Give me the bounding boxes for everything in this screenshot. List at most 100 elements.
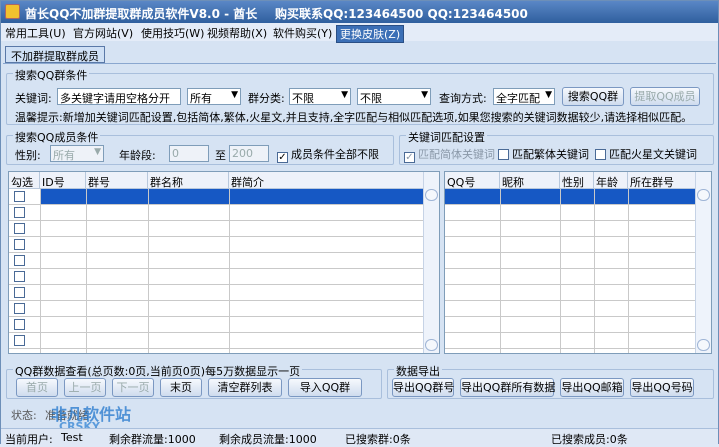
col-id[interactable]: ID号 [40, 172, 86, 189]
export-group-number-button[interactable]: 导出QQ群号 [392, 378, 454, 397]
table-row[interactable] [445, 221, 697, 237]
gender-value: 所有 [53, 149, 75, 162]
age-to-label: 至 [215, 149, 226, 162]
clear-list-button[interactable]: 清空群列表 [208, 378, 282, 397]
col-group-intro[interactable]: 群简介 [229, 172, 425, 189]
table-row[interactable] [9, 205, 425, 221]
user-label: 当前用户: [5, 433, 53, 446]
table-row[interactable] [445, 189, 697, 205]
scroll-down-icon[interactable] [697, 339, 710, 351]
unlimited-label: 成员条件全部不限 [291, 148, 379, 161]
col-divider [628, 189, 629, 353]
col-divider [500, 189, 501, 353]
category2-value: 不限 [292, 92, 314, 105]
menu-purchase[interactable]: 软件购买(Y) [273, 25, 332, 41]
export-all-data-button[interactable]: 导出QQ群所有数据 [460, 378, 555, 397]
menu-video-help[interactable]: 视频帮助(X) [207, 25, 267, 41]
table-row[interactable] [9, 189, 425, 205]
row-checkbox[interactable] [14, 255, 25, 266]
scroll-down-icon[interactable] [425, 339, 438, 351]
martian-checkbox[interactable]: 匹配火星文关键词 [595, 146, 697, 162]
row-checkbox[interactable] [14, 271, 25, 282]
last-page-button[interactable]: 末页 [160, 378, 202, 397]
col-check[interactable]: 勾选 [9, 172, 40, 189]
table-row[interactable] [445, 317, 697, 333]
table-row[interactable] [445, 301, 697, 317]
col-divider [86, 189, 87, 353]
contact-info: 购买联系QQ:123464500 QQ:123464500 [275, 7, 528, 21]
menu-skin[interactable]: 更换皮肤(Z) [336, 25, 405, 43]
table-row[interactable] [445, 285, 697, 301]
scroll-up-icon[interactable] [425, 189, 438, 201]
age-from-input[interactable]: 0 [169, 145, 209, 162]
first-page-button[interactable]: 首页 [16, 378, 58, 397]
next-page-button[interactable]: 下一页 [112, 378, 154, 397]
row-checkbox[interactable] [14, 319, 25, 330]
checkbox-empty [498, 149, 509, 160]
tab-extract-members[interactable]: 不加群提取群成员 [5, 46, 105, 63]
chevron-down-icon: ▼ [421, 90, 428, 100]
category-label: 群分类: [248, 92, 285, 105]
user-value: Test [61, 431, 83, 444]
scroll-up-icon[interactable] [697, 189, 710, 201]
import-group-button[interactable]: 导入QQ群 [288, 378, 362, 397]
unlimited-checkbox[interactable]: ✓ 成员条件全部不限 [277, 146, 379, 163]
col-member-group[interactable]: 所在群号 [628, 172, 697, 189]
table-row[interactable] [445, 205, 697, 221]
col-group-number[interactable]: 群号 [86, 172, 148, 189]
table-row[interactable] [9, 333, 425, 349]
table-row[interactable] [9, 301, 425, 317]
col-group-name[interactable]: 群名称 [148, 172, 229, 189]
table-row[interactable] [9, 285, 425, 301]
member-table[interactable]: QQ号 昵称 性别 年龄 所在群号 [444, 171, 712, 354]
member-table-scrollbar[interactable] [695, 172, 711, 353]
keyword-label: 关键词: [15, 92, 52, 105]
menu-website[interactable]: 官方网站(V) [73, 25, 133, 41]
chevron-down-icon: ▼ [341, 90, 348, 100]
group-table-scrollbar[interactable] [423, 172, 439, 353]
table-row[interactable] [9, 317, 425, 333]
category1-select[interactable]: 所有 ▼ [187, 88, 241, 105]
remain-member-flow: 剩余成员流量:1000 [219, 433, 317, 446]
category2-select[interactable]: 不限 ▼ [289, 88, 351, 105]
extract-members-button[interactable]: 提取QQ成员 [630, 87, 700, 106]
table-row[interactable] [9, 269, 425, 285]
table-row[interactable] [9, 221, 425, 237]
row-checkbox[interactable] [14, 239, 25, 250]
row-checkbox[interactable] [14, 207, 25, 218]
col-gender[interactable]: 性别 [560, 172, 594, 189]
menu-tips[interactable]: 使用技巧(W) [141, 25, 204, 41]
col-qq-number[interactable]: QQ号 [445, 172, 500, 189]
age-to-input[interactable]: 200 [229, 145, 269, 162]
export-qq-number-button[interactable]: 导出QQ号码 [630, 378, 694, 397]
row-checkbox[interactable] [14, 223, 25, 234]
menu-tools[interactable]: 常用工具(U) [5, 25, 66, 41]
table-row[interactable] [9, 253, 425, 269]
table-row[interactable] [445, 253, 697, 269]
search-group-button[interactable]: 搜索QQ群 [562, 87, 624, 106]
row-checkbox[interactable] [14, 287, 25, 298]
prev-page-button[interactable]: 上一页 [64, 378, 106, 397]
title-bar: 酋长QQ不加群提取群成员软件V8.0 - 酋长 购买联系QQ:123464500… [1, 1, 718, 23]
col-nickname[interactable]: 昵称 [500, 172, 560, 189]
keyword-input[interactable]: 多关键字请用空格分开 [57, 88, 181, 105]
table-row[interactable] [445, 237, 697, 253]
row-checkbox[interactable] [14, 191, 25, 202]
query-mode-select[interactable]: 全字匹配 ▼ [493, 88, 555, 105]
group-table[interactable]: 勾选 ID号 群号 群名称 群简介 [8, 171, 440, 354]
query-mode-label: 查询方式: [439, 92, 487, 105]
traditional-checkbox[interactable]: 匹配繁体关键词 [498, 146, 589, 162]
tip-text: 温馨提示:新增加关键词匹配设置,包括简体,繁体,火星文,并且支持,全字匹配与相似… [15, 111, 693, 124]
simplified-checkbox[interactable]: ✓ 匹配简体关键词 [404, 146, 495, 163]
row-checkbox[interactable] [14, 303, 25, 314]
col-age[interactable]: 年龄 [594, 172, 628, 189]
row-checkbox[interactable] [14, 335, 25, 346]
searched-members: 已搜索成员:0条 [551, 433, 628, 446]
table-row[interactable] [445, 269, 697, 285]
gender-select[interactable]: 所有 ▼ [50, 145, 104, 162]
gender-label: 性别: [15, 149, 41, 162]
category3-select[interactable]: 不限 ▼ [357, 88, 431, 105]
export-email-button[interactable]: 导出QQ邮箱 [560, 378, 624, 397]
table-row[interactable] [445, 333, 697, 349]
table-row[interactable] [9, 237, 425, 253]
